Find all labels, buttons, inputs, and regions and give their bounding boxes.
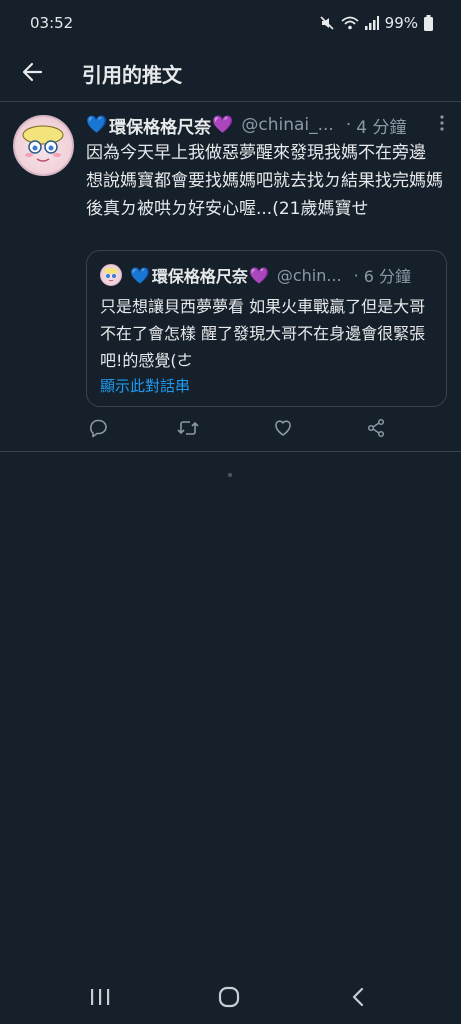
purple-heart-icon: 💜 [212, 115, 234, 135]
timestamp[interactable]: 4 分鐘 [356, 113, 406, 138]
quoted-user-handle: @chin... [276, 265, 342, 285]
quoted-tweet-text: 只是想讓貝西夢夢看 如果火車戰贏了但是大哥不在了會怎樣 醒了發現大哥不在身邊會很… [100, 297, 426, 370]
quoted-timestamp: 6 分鐘 [363, 267, 412, 286]
reply-icon [88, 418, 108, 442]
system-nav-bar [0, 970, 461, 1024]
tweet-actions [86, 418, 386, 444]
mute-icon [319, 15, 335, 31]
tweet-header: 💙 環保格格尺奈 💜 @chinai_... · 4 分鐘 [86, 112, 446, 138]
home-icon [218, 986, 240, 1012]
avatar[interactable] [13, 115, 74, 176]
recent-apps-button[interactable] [85, 984, 115, 1014]
recent-apps-icon [90, 988, 110, 1010]
retweet-button[interactable] [176, 418, 200, 442]
arrow-left-icon [21, 61, 43, 87]
status-icons: 99% [319, 14, 433, 32]
separator-dot: · [353, 265, 359, 285]
signal-icon [364, 16, 379, 30]
blue-heart-icon: 💙 [86, 115, 108, 135]
quoted-display-name: 環保格格尺奈 [151, 267, 248, 286]
like-button[interactable] [271, 418, 295, 442]
status-time: 03:52 [30, 14, 74, 32]
user-handle[interactable]: @chinai_... [241, 115, 333, 135]
back-button[interactable] [0, 46, 64, 102]
separator-dot: · [345, 115, 352, 135]
reply-button[interactable] [86, 418, 110, 442]
purple-heart-icon: 💜 [248, 265, 269, 285]
chevron-left-icon [351, 987, 365, 1011]
share-button[interactable] [364, 418, 388, 442]
show-thread-link[interactable]: 顯示此對話串 [100, 375, 190, 396]
quoted-tweet-header: 💙 環保格格尺奈 💜 @chin... · 6 分鐘 [100, 263, 440, 287]
battery-text: 99% [384, 14, 418, 32]
system-back-button[interactable] [343, 984, 373, 1014]
heart-icon [273, 418, 293, 442]
status-bar: 03:52 99% [0, 0, 461, 46]
wifi-icon [341, 15, 359, 31]
page-title: 引用的推文 [82, 63, 182, 87]
retweet-icon [177, 418, 199, 442]
home-button[interactable] [214, 984, 244, 1014]
display-name[interactable]: 環保格格尺奈 [109, 113, 211, 138]
quoted-tweet[interactable]: 💙 環保格格尺奈 💜 @chin... · 6 分鐘 只是想讓貝西夢夢看 如果火… [86, 250, 447, 407]
app-header: 引用的推文 [0, 46, 461, 102]
tweet-text: 因為今天早上我做惡夢醒來發現我媽不在旁邊 想說媽寶都會要找媽媽吧就去找ㄉ結果找完… [86, 143, 443, 219]
loading-indicator [228, 473, 232, 477]
battery-icon [424, 15, 433, 31]
share-icon [366, 418, 386, 442]
more-options-icon[interactable] [439, 115, 445, 131]
blue-heart-icon: 💙 [130, 265, 150, 285]
quoted-avatar [100, 264, 122, 286]
